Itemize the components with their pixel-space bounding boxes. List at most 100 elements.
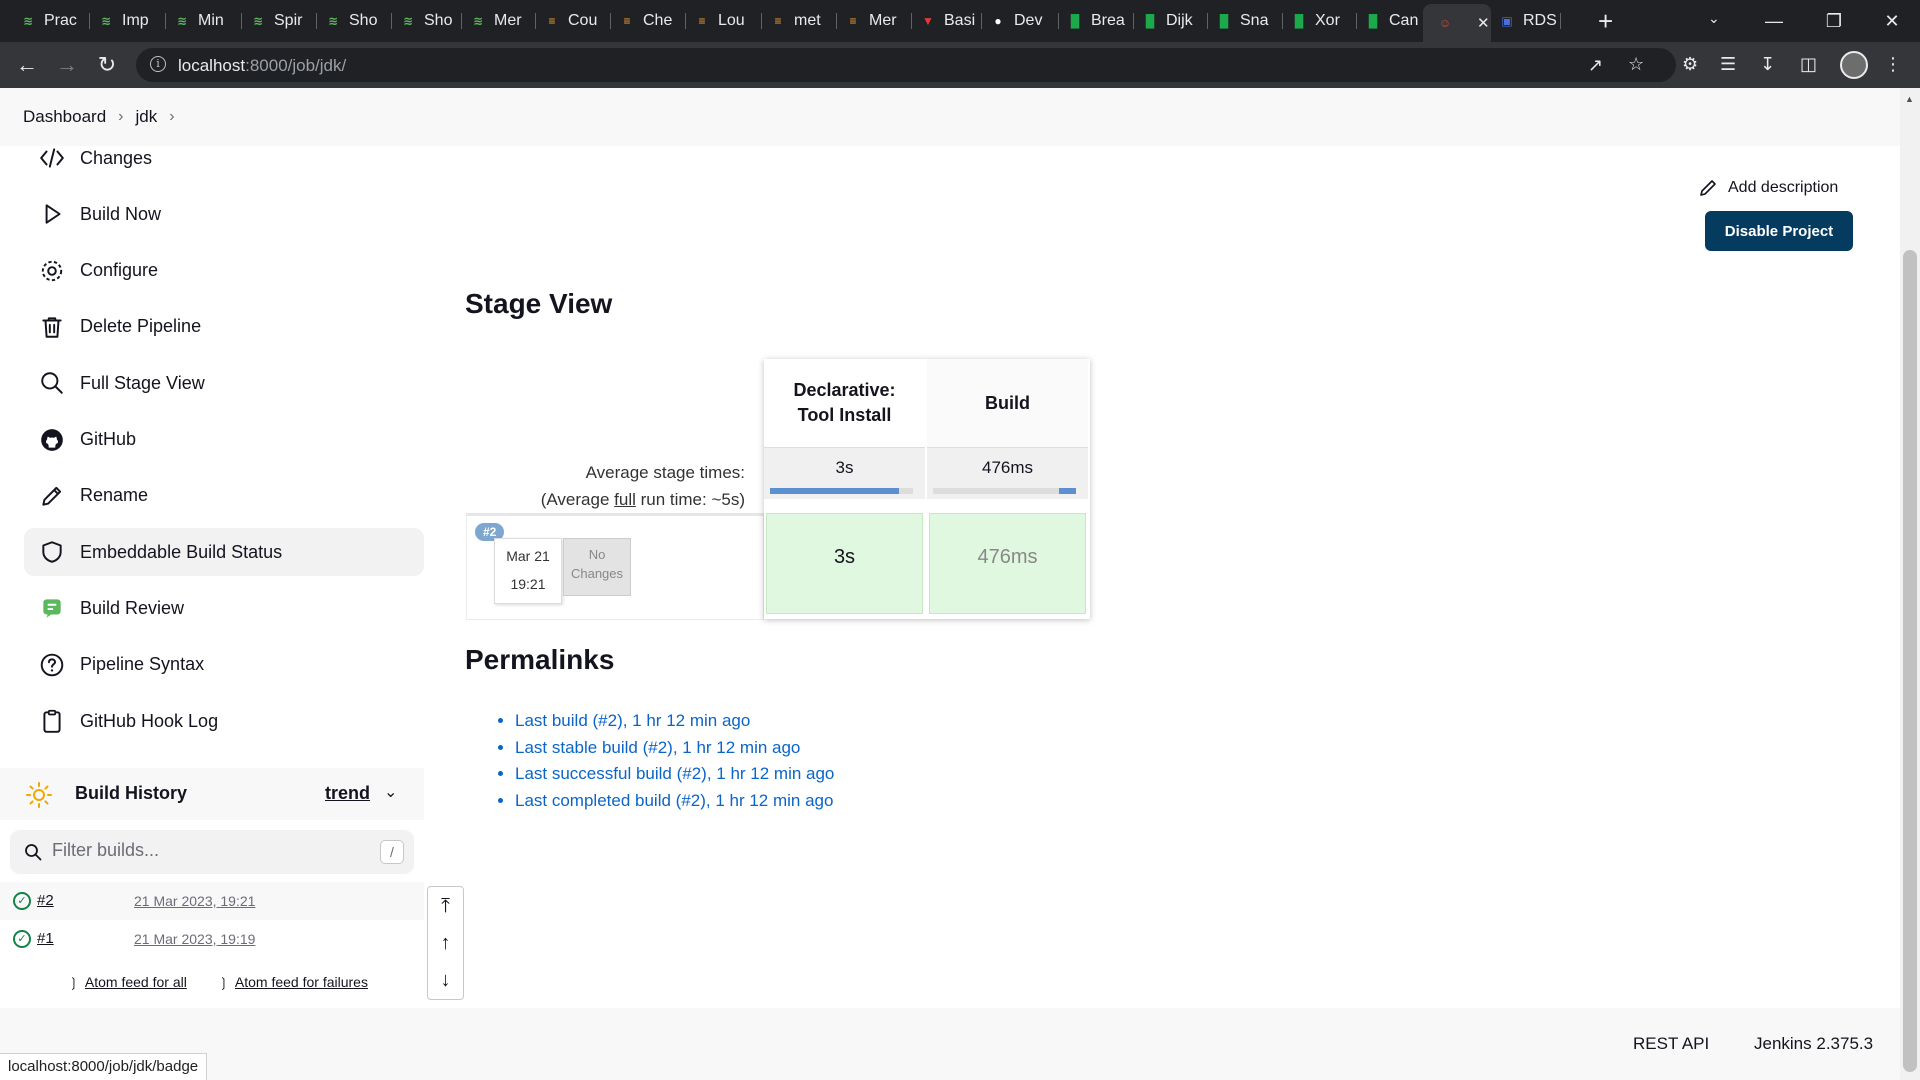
scroll-down-icon[interactable]: ↓ — [428, 962, 463, 998]
bookmark-star-icon[interactable]: ☆ — [1628, 54, 1644, 75]
sidebar-item-github-hook-log[interactable]: GitHub Hook Log — [24, 697, 424, 745]
help-icon — [24, 652, 80, 678]
jenkins-version-link[interactable]: Jenkins 2.375.3 — [1754, 1034, 1873, 1054]
sidebar-item-delete-pipeline[interactable]: Delete Pipeline — [24, 303, 424, 351]
browser-tab[interactable]: ≋ Mer — [468, 7, 536, 35]
menu-kebab-icon[interactable]: ⋮ — [1884, 54, 1902, 75]
extensions-icon[interactable]: ⚙ — [1682, 54, 1698, 75]
stage-result-cell[interactable]: 476ms — [929, 513, 1086, 614]
download-icon[interactable]: ↧ — [1760, 54, 1775, 75]
rest-api-link[interactable]: REST API — [1633, 1034, 1709, 1054]
breadcrumb-dashboard[interactable]: Dashboard — [23, 107, 106, 127]
run-date-box[interactable]: Mar 21 19:21 — [494, 538, 562, 604]
chevron-down-icon[interactable]: ⌄ — [384, 782, 397, 802]
browser-tab[interactable]: ▐▌ Xor — [1289, 7, 1357, 35]
browser-tab[interactable]: ▐▌ Dijk — [1140, 7, 1208, 35]
browser-tab[interactable]: ☺ ✕ — [1423, 4, 1491, 42]
leetcode-icon: ≋ — [402, 14, 414, 28]
scroll-up-arrow-icon[interactable]: ▲ — [1905, 94, 1914, 104]
browser-tab[interactable]: ≋ Imp — [96, 7, 166, 35]
browser-tab[interactable]: ≡ Cou — [542, 7, 611, 35]
browser-tab[interactable]: ≋ Spir — [248, 7, 317, 35]
sun-icon — [26, 782, 52, 808]
permalink-last-build[interactable]: Last build (#2), 1 hr 12 min ago — [515, 711, 750, 730]
breadcrumb-jdk[interactable]: jdk — [136, 107, 158, 127]
share-icon[interactable]: ↗ — [1588, 55, 1603, 76]
sidebar-item-build-review[interactable]: Build Review — [24, 584, 424, 632]
add-description-link[interactable]: Add description — [1698, 178, 1838, 198]
stage-result-cell[interactable]: 3s — [766, 513, 923, 614]
disable-project-button[interactable]: Disable Project — [1705, 211, 1853, 251]
atom-feed-all-link[interactable]: ❳ Atom feed for all — [68, 974, 187, 991]
full-run-time-link[interactable]: full — [614, 490, 636, 509]
browser-tab[interactable]: ▐▌ Sna — [1214, 7, 1283, 35]
codeforces-icon: ≡ — [548, 14, 556, 28]
side-panel-icon[interactable]: ◫ — [1800, 54, 1817, 75]
sidebar-item-changes[interactable]: Changes — [24, 134, 424, 182]
build-date-link[interactable]: 21 Mar 2023, 19:19 — [134, 931, 255, 947]
sidebar-item-github[interactable]: GitHub — [24, 416, 424, 464]
trend-link[interactable]: trend — [325, 783, 370, 804]
browser-tab-label: Dijk — [1166, 12, 1193, 29]
browser-tab[interactable]: ≡ Mer — [843, 7, 912, 35]
browser-tab-label: Dev — [1014, 12, 1043, 29]
new-tab-button[interactable]: + — [1598, 7, 1613, 35]
site-info-icon[interactable]: i — [150, 56, 166, 72]
run-changes-box[interactable]: No Changes — [563, 538, 631, 596]
browser-tab[interactable]: ≡ Che — [617, 7, 686, 35]
permalink-last-completed-build[interactable]: Last completed build (#2), 1 hr 12 min a… — [515, 791, 833, 810]
rss-icon: ❳ — [68, 975, 79, 990]
scroll-up-icon[interactable]: ↑ — [428, 925, 463, 961]
clipboard-icon — [24, 708, 80, 734]
sidebar-item-configure[interactable]: Configure — [24, 247, 424, 295]
chevron-right-icon[interactable]: › — [169, 108, 174, 126]
browser-tab[interactable]: ● Dev — [988, 7, 1059, 35]
build-number-link[interactable]: #1 — [37, 930, 54, 947]
permalink-last-stable-build[interactable]: Last stable build (#2), 1 hr 12 min ago — [515, 738, 800, 757]
codeforces-icon: ≡ — [698, 14, 706, 28]
browser-tab[interactable]: ≡ Lou — [692, 7, 762, 35]
sidebar-item-embeddable-build-status[interactable]: Embeddable Build Status — [24, 528, 424, 577]
build-row[interactable]: ✓ #1 21 Mar 2023, 19:19 — [0, 920, 424, 958]
minimize-icon[interactable]: — — [1746, 0, 1802, 42]
aws-rds-icon: ▣ — [1501, 14, 1513, 28]
permalink-last-successful-build[interactable]: Last successful build (#2), 1 hr 12 min … — [515, 764, 834, 783]
browser-tab[interactable]: ≡ met — [768, 7, 837, 35]
browser-tab[interactable]: ≋ Sho — [398, 7, 462, 35]
vertical-scrollbar[interactable]: ▲ — [1900, 88, 1920, 1080]
address-bar[interactable]: i localhost:8000/job/jdk/ ↗ ☆ — [136, 48, 1676, 82]
tab-separator — [911, 13, 912, 29]
browser-tab[interactable]: ▼ Basi — [918, 7, 982, 35]
codeforces-icon: ≡ — [774, 14, 782, 28]
close-window-icon[interactable]: ✕ — [1864, 0, 1920, 42]
build-number-link[interactable]: #2 — [37, 892, 54, 909]
forward-icon[interactable]: → — [52, 50, 82, 80]
media-control-icon[interactable]: ☰ — [1720, 54, 1736, 75]
close-tab-icon[interactable]: ✕ — [1477, 14, 1490, 32]
browser-tab[interactable]: ≋ Sho — [323, 7, 392, 35]
browser-tab[interactable]: ▣ RDS — [1497, 7, 1561, 35]
stage-header-tool-install: Declarative: Tool Install — [764, 359, 925, 447]
tab-search-chevron-icon[interactable]: ⌄ — [1708, 10, 1720, 27]
browser-tab[interactable]: ▐▌ Brea — [1065, 7, 1134, 35]
restore-icon[interactable]: ❐ — [1806, 0, 1862, 42]
avg-time-bar-fill — [770, 488, 899, 494]
browser-tab[interactable]: ≋ Min — [172, 7, 242, 35]
scroll-to-top-icon[interactable]: ⤒ — [428, 888, 463, 924]
sidebar-item-build-now[interactable]: Build Now — [24, 190, 424, 238]
atom-feed-failures-link[interactable]: ❳ Atom feed for failures — [218, 974, 368, 991]
sidebar-item-label: Build Review — [80, 597, 185, 618]
back-icon[interactable]: ← — [12, 50, 42, 80]
profile-avatar[interactable] — [1840, 51, 1868, 79]
filter-builds-input[interactable] — [52, 840, 352, 861]
sidebar-item-full-stage-view[interactable]: Full Stage View — [24, 359, 424, 407]
browser-tab[interactable]: ▐▌ Can — [1363, 7, 1431, 35]
reload-icon[interactable]: ↻ — [92, 50, 122, 80]
build-row[interactable]: ✓ #2 21 Mar 2023, 19:21 — [0, 882, 424, 920]
sidebar-item-rename[interactable]: Rename — [24, 472, 424, 520]
filter-builds-field[interactable]: / — [10, 830, 414, 874]
build-date-link[interactable]: 21 Mar 2023, 19:21 — [134, 893, 255, 909]
scrollbar-thumb[interactable] — [1903, 250, 1917, 1072]
browser-tab[interactable]: ≋ Prac — [18, 7, 90, 35]
sidebar-item-pipeline-syntax[interactable]: Pipeline Syntax — [24, 641, 424, 689]
